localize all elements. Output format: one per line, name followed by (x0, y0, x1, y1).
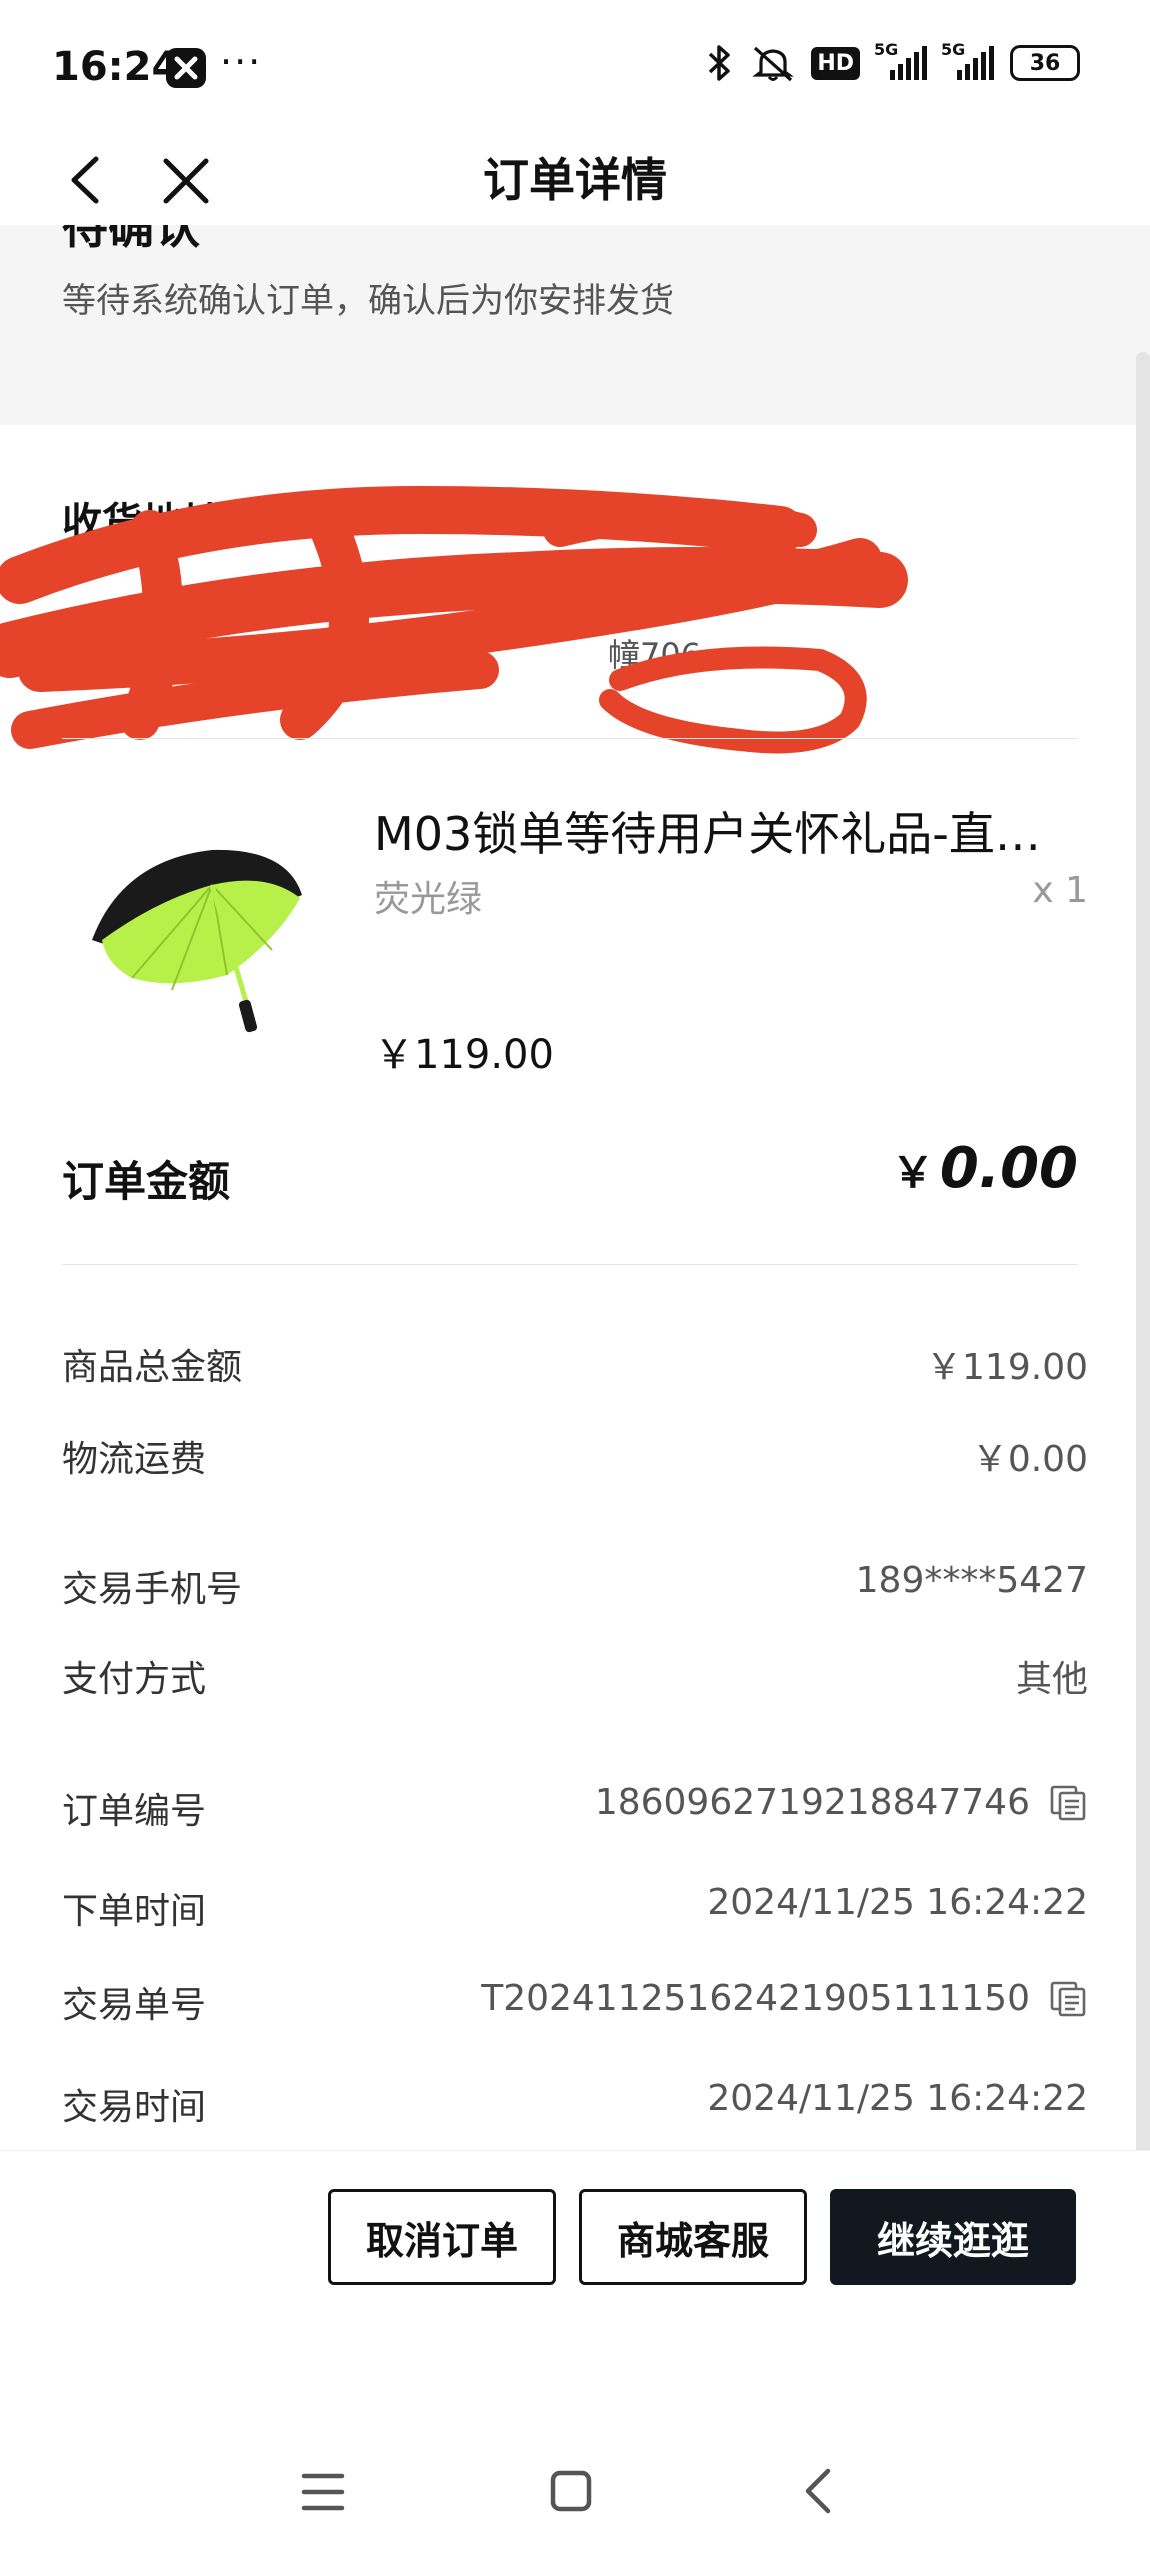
trade-phone-label: 交易手机号 (62, 1569, 243, 1610)
order-number-value: 1860962719218847746 (595, 1782, 1088, 1823)
order-status-title: 待确认 (62, 225, 200, 251)
address-divider (62, 738, 1078, 739)
shipping-fee-label: 物流运费 (62, 1439, 207, 1480)
goods-total-label: 商品总金额 (62, 1347, 243, 1388)
product-variant: 荧光绿 (374, 879, 483, 920)
order-status-subtitle: 等待系统确认订单，确认后为你安排发货 (62, 281, 674, 321)
network-type-label: 5G (941, 40, 966, 59)
redaction-scribble (0, 486, 908, 754)
hd-icon: HD (811, 46, 860, 80)
copy-icon[interactable] (1048, 1979, 1088, 2019)
trade-number-value: T20241125162421905111150 (481, 1978, 1088, 2019)
customer-service-button[interactable]: 商城客服 (579, 2189, 807, 2285)
close-icon[interactable] (160, 155, 212, 207)
order-time-label: 下单时间 (62, 1891, 207, 1932)
trade-time-label: 交易时间 (62, 2087, 207, 2128)
battery-icon: 36 (1010, 45, 1080, 81)
shipping-fee-amount: ￥0.00 (971, 1439, 1088, 1480)
continue-shopping-button[interactable]: 继续逛逛 (830, 2189, 1076, 2285)
payment-method-label: 支付方式 (62, 1659, 207, 1700)
goods-total-amount: ￥119.00 (926, 1347, 1088, 1388)
order-status-panel: 待确认 等待系统确认订单，确认后为你安排发货 (0, 225, 1150, 425)
bluetooth-icon (709, 45, 731, 81)
trade-number-text: T20241125162421905111150 (481, 1978, 1030, 2019)
goods-total-value: ￥119.00 (926, 1338, 1088, 1390)
chevron-left-icon[interactable] (60, 153, 110, 207)
signal-5g-icon: 5G (941, 40, 994, 80)
status-icons: HD 5G 5G 36 (705, 40, 1080, 82)
order-total-label: 订单金额 (62, 1157, 231, 1206)
trade-time-text: 2024/11/25 16:24:22 (707, 2078, 1088, 2119)
product-image[interactable] (62, 790, 322, 1050)
trade-number-label: 交易单号 (62, 1985, 207, 2026)
total-divider (62, 1264, 1078, 1265)
product-name[interactable]: M03锁单等待用户关怀礼品-直… (374, 798, 1064, 864)
menu-icon[interactable] (300, 2470, 346, 2514)
order-time-text: 2024/11/25 16:24:22 (707, 1882, 1088, 1923)
back-icon[interactable] (800, 2466, 836, 2516)
payment-method-text: 其他 (1015, 1659, 1088, 1700)
network-type-label: 5G (874, 40, 899, 59)
mute-icon (752, 46, 795, 82)
trade-phone-value: 189****5427 (856, 1560, 1088, 1601)
payment-method-value: 其他 (1016, 1650, 1088, 1702)
order-time-value: 2024/11/25 16:24:22 (707, 1882, 1088, 1923)
cancel-order-button[interactable]: 取消订单 (328, 2189, 556, 2285)
shipping-fee-value: ￥0.00 (972, 1430, 1088, 1482)
product-price: ￥119.00 (374, 1032, 554, 1078)
nav-bar: 订单详情 (0, 135, 1150, 225)
more-notifications-icon: ··· (220, 40, 263, 84)
trade-phone-number: 189****5427 (855, 1560, 1088, 1601)
order-total-amount: 0.00 (939, 1136, 1078, 1201)
product-quantity: x 1 (1032, 870, 1088, 911)
status-time: 16:24 (52, 44, 180, 90)
order-total-value: ￥ 0.00 (892, 1136, 1078, 1201)
battery-level: 36 (1029, 50, 1061, 76)
currency-symbol: ￥ (891, 1148, 934, 1197)
order-number-label: 订单编号 (62, 1791, 207, 1832)
app-notification-icon (166, 48, 206, 88)
scrollbar[interactable] (1136, 352, 1150, 2222)
order-status-title-wrap: 待确认 (62, 225, 362, 251)
trade-time-value: 2024/11/25 16:24:22 (707, 2078, 1088, 2119)
copy-icon[interactable] (1048, 1783, 1088, 1823)
umbrella-image (92, 849, 302, 1033)
order-number-text: 1860962719218847746 (594, 1782, 1030, 1823)
home-icon[interactable] (548, 2468, 594, 2514)
action-bar: 取消订单 商城客服 继续逛逛 (0, 2150, 1150, 2311)
signal-5g-icon: 5G (874, 40, 927, 80)
status-bar: 16:24 ··· HD 5G 5G 36 (0, 0, 1150, 135)
